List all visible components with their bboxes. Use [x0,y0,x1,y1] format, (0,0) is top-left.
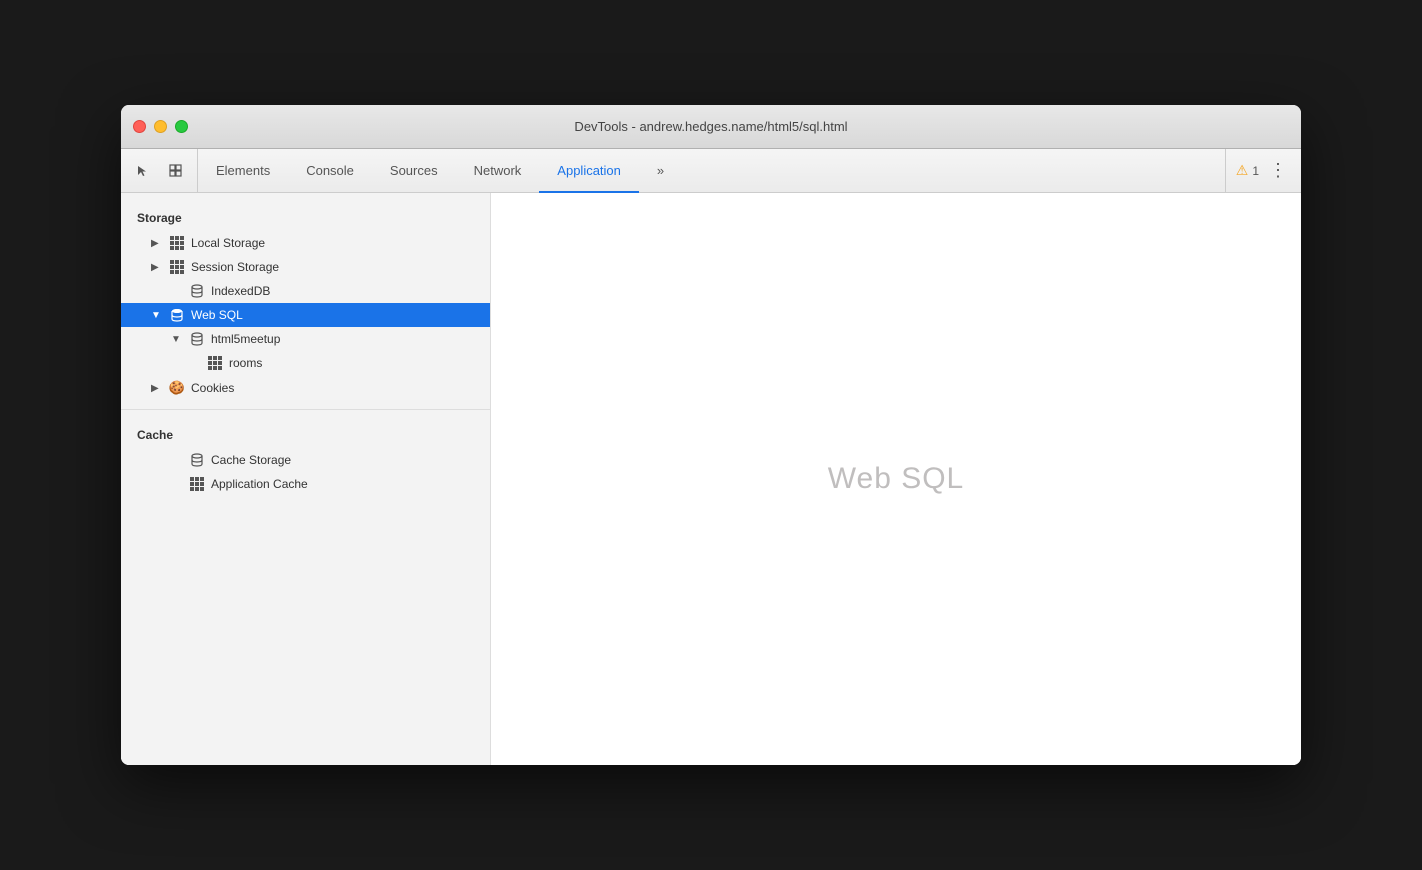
cache-section-header: Cache [121,418,490,448]
close-button[interactable] [133,120,146,133]
expand-arrow-cookies: ▶ [151,383,163,394]
main-placeholder: Web SQL [828,462,965,496]
sidebar-item-local-storage[interactable]: ▶ Local Storage [121,231,490,255]
tab-console[interactable]: Console [288,150,372,193]
expand-arrow-session-storage: ▶ [151,262,163,273]
minimize-button[interactable] [154,120,167,133]
db-icon-indexeddb [189,284,205,298]
local-storage-label: Local Storage [191,236,265,250]
html5meetup-label: html5meetup [211,332,280,346]
sidebar-item-html5meetup[interactable]: ▼ html5meetup [121,327,490,351]
application-cache-label: Application Cache [211,477,308,491]
sidebar-item-indexeddb[interactable]: IndexedDB [121,279,490,303]
toolbar: Elements Console Sources Network Applica… [121,149,1301,193]
toolbar-right: ⚠ 1 ⋮ [1225,149,1301,192]
tab-elements[interactable]: Elements [198,150,288,193]
sidebar-divider [121,409,490,410]
sidebar-item-web-sql[interactable]: ▼ Web SQL [121,303,490,327]
db-icon-html5meetup [189,332,205,346]
warning-badge[interactable]: ⚠ 1 [1236,162,1259,179]
sidebar-item-session-storage[interactable]: ▶ Session Storage [121,255,490,279]
expand-arrow-local-storage: ▶ [151,238,163,249]
maximize-button[interactable] [175,120,188,133]
toolbar-left-icons [121,149,198,192]
expand-arrow-html5meetup: ▼ [171,334,183,345]
db-icon-cache-storage [189,453,205,467]
sidebar-item-cache-storage[interactable]: Cache Storage [121,448,490,472]
cursor-icon[interactable] [129,157,157,185]
web-sql-label: Web SQL [191,308,243,322]
indexeddb-label: IndexedDB [211,284,270,298]
session-storage-label: Session Storage [191,260,279,274]
tab-network[interactable]: Network [456,150,540,193]
table-icon-local-storage [169,236,185,250]
window-title: DevTools - andrew.hedges.name/html5/sql.… [574,119,847,134]
db-icon-web-sql [169,308,185,322]
cookies-label: Cookies [191,381,234,395]
table-icon-application-cache [189,477,205,491]
table-icon-rooms [207,356,223,370]
tab-more[interactable]: » [639,150,682,193]
more-options-button[interactable]: ⋮ [1265,160,1291,181]
inspect-icon[interactable] [161,157,189,185]
tab-sources[interactable]: Sources [372,150,456,193]
main-panel: Web SQL [491,193,1301,765]
warning-icon: ⚠ [1236,162,1249,179]
expand-arrow-web-sql: ▼ [151,310,163,321]
table-icon-session-storage [169,260,185,274]
traffic-lights [133,120,188,133]
storage-section-header: Storage [121,201,490,231]
sidebar-item-rooms[interactable]: rooms [121,351,490,375]
cache-storage-label: Cache Storage [211,453,291,467]
main-content: Storage ▶ Local Storage ▶ [121,193,1301,765]
title-bar: DevTools - andrew.hedges.name/html5/sql.… [121,105,1301,149]
sidebar-item-cookies[interactable]: ▶ 🍪 Cookies [121,375,490,401]
toolbar-tabs: Elements Console Sources Network Applica… [198,149,1225,192]
sidebar: Storage ▶ Local Storage ▶ [121,193,491,765]
cookie-icon: 🍪 [169,380,185,396]
devtools-window: DevTools - andrew.hedges.name/html5/sql.… [121,105,1301,765]
sidebar-item-application-cache[interactable]: Application Cache [121,472,490,496]
tab-application[interactable]: Application [539,150,639,193]
rooms-label: rooms [229,356,262,370]
